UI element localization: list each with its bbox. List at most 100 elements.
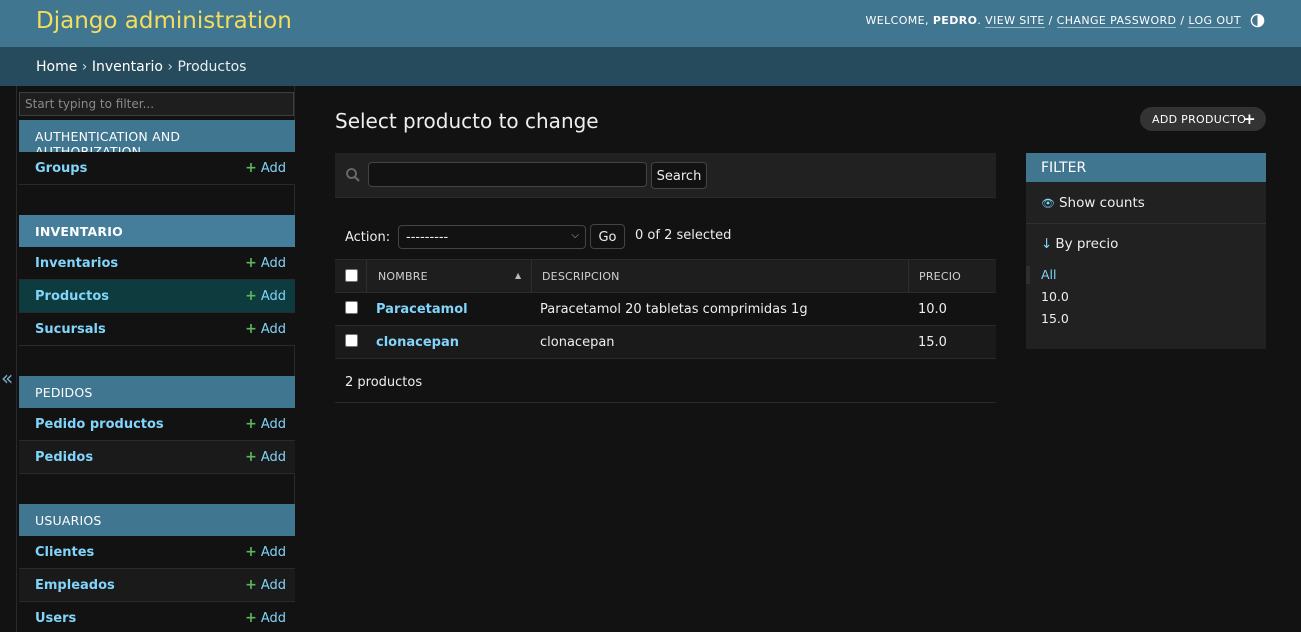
collapse-icon: « [1,366,14,390]
filter-option-15[interactable]: 15.0 [1041,311,1069,326]
model-link-pedidos[interactable]: Pedidos [35,450,93,465]
sidebar-item-pedido-productos: Pedido productos + Add [19,408,295,441]
row-nombre-link[interactable]: Paracetamol [376,302,468,317]
go-button[interactable]: Go [590,224,625,249]
breadcrumb-home[interactable]: Home [36,59,77,75]
row-checkbox[interactable] [345,301,358,314]
filter-option-all[interactable]: All [1041,267,1057,282]
add-label: Add [260,161,286,176]
column-divider [531,260,532,293]
add-productos-link[interactable]: + Add [245,288,286,304]
model-link-clientes[interactable]: Clientes [35,545,94,560]
add-label: Add [260,545,286,560]
page-title: Select producto to change [335,109,599,133]
add-groups-link[interactable]: + Add [245,160,286,176]
table-row: Paracetamol Paracetamol 20 tabletas comp… [335,293,996,326]
action-select[interactable]: --------- ⌵ [398,225,586,249]
plus-icon: + [245,416,257,432]
sidebar-item-empleados: Empleados + Add [19,569,295,602]
add-inventarios-link[interactable]: + Add [245,255,286,271]
add-pedido-productos-link[interactable]: + Add [245,416,286,432]
plus-icon: + [245,449,257,465]
row-checkbox[interactable] [345,334,358,347]
site-name[interactable]: Django administration [36,8,292,34]
divider [1026,223,1266,224]
table-header: NOMBRE ▲ DESCRIPCION PRECIO [335,259,996,293]
sidebar-item-users: Users + Add [19,602,295,632]
by-precio-label: By precio [1055,236,1119,252]
model-link-sucursals[interactable]: Sucursals [35,322,106,337]
plus-icon: + [245,160,257,176]
column-header-precio[interactable]: PRECIO [919,270,961,283]
user-tools: WELCOME, PEDRO. VIEW SITE / CHANGE PASSW… [865,14,1241,28]
add-empleados-link[interactable]: + Add [245,577,286,593]
add-label: Add [260,417,286,432]
add-producto-label: ADD PRODUCTO [1152,113,1247,126]
user-name: PEDRO [932,14,978,27]
selected-marker [1026,266,1030,284]
show-counts-link[interactable]: 👁 Show counts [1041,195,1145,211]
log-out-link[interactable]: LOG OUT [1188,14,1241,28]
module-caption[interactable]: USUARIOS [19,504,295,536]
plus-icon: + [245,610,257,626]
add-label: Add [260,289,286,304]
search-button[interactable]: Search [651,162,707,189]
model-link-empleados[interactable]: Empleados [35,578,115,593]
row-descripcion: Paracetamol 20 tabletas comprimidas 1g [540,302,808,317]
model-link-pedido-productos[interactable]: Pedido productos [35,417,164,432]
add-sucursals-link[interactable]: + Add [245,321,286,337]
changelist-filter: FILTER 👁 Show counts ↓ By precio All 10.0 … [1026,153,1266,349]
sidebar-item-sucursals: Sucursals + Add [19,313,295,346]
add-label: Add [260,611,286,626]
result-table: NOMBRE ▲ DESCRIPCION PRECIO Paracetamol … [335,259,996,359]
add-label: Add [260,450,286,465]
breadcrumb-current: Productos [177,59,247,75]
model-link-groups[interactable]: Groups [35,161,87,176]
plus-icon: + [1243,110,1256,128]
search-icon [346,168,360,182]
row-nombre-link[interactable]: clonacepan [376,335,459,350]
sidebar-item-productos: Productos + Add [19,280,295,313]
module-caption[interactable]: AUTHENTICATION AND AUTHORIZATION [19,120,295,159]
select-all-checkbox[interactable] [345,269,358,282]
filter-by-precio-heading[interactable]: ↓ By precio [1041,236,1118,252]
view-site-link[interactable]: VIEW SITE [985,14,1045,28]
module-inventario: INVENTARIO Inventarios + Add Productos + A… [19,215,295,346]
column-divider [908,260,909,293]
theme-toggle-icon[interactable] [1250,13,1265,28]
add-label: Add [260,256,286,271]
sort-ascending-icon[interactable]: ▲ [515,271,521,280]
nav-sidebar: AUTHENTICATION AND AUTHORIZATION Groups … [18,86,295,632]
separator: / [1180,14,1185,27]
row-precio: 15.0 [918,335,947,350]
plus-icon: + [245,255,257,271]
column-header-nombre[interactable]: NOMBRE [378,270,428,283]
module-pedidos: PEDIDOS Pedido productos + Add Pedidos + A… [19,376,295,474]
module-caption[interactable]: PEDIDOS [19,376,295,408]
module-caption[interactable]: INVENTARIO [19,215,295,247]
breadcrumb-app[interactable]: Inventario [92,59,163,75]
module-usuarios: USUARIOS Clientes + Add Empleados + Add Us… [19,504,295,632]
nav-filter-input[interactable] [19,92,294,116]
sidebar-item-inventarios: Inventarios + Add [19,247,295,280]
header: Django administration WELCOME, PEDRO. VI… [0,0,1301,47]
plus-icon: + [245,321,257,337]
model-link-productos[interactable]: Productos [35,289,109,304]
add-users-link[interactable]: + Add [245,610,286,626]
search-input[interactable] [368,162,647,187]
row-descripcion: clonacepan [540,335,615,350]
nav-sidebar-toggle[interactable]: « [0,86,17,632]
model-link-users[interactable]: Users [35,611,76,626]
column-header-descripcion[interactable]: DESCRIPCION [542,270,620,283]
filter-option-10[interactable]: 10.0 [1041,289,1069,304]
add-producto-button[interactable]: ADD PRODUCTO + [1140,107,1266,131]
selection-counter: 0 of 2 selected [635,228,732,243]
sidebar-item-pedidos: Pedidos + Add [19,441,295,474]
add-label: Add [260,578,286,593]
add-clientes-link[interactable]: + Add [245,544,286,560]
model-link-inventarios[interactable]: Inventarios [35,256,118,271]
change-password-link[interactable]: CHANGE PASSWORD [1056,14,1177,28]
paginator: 2 productos [335,366,996,403]
plus-icon: + [245,544,257,560]
add-pedidos-link[interactable]: + Add [245,449,286,465]
